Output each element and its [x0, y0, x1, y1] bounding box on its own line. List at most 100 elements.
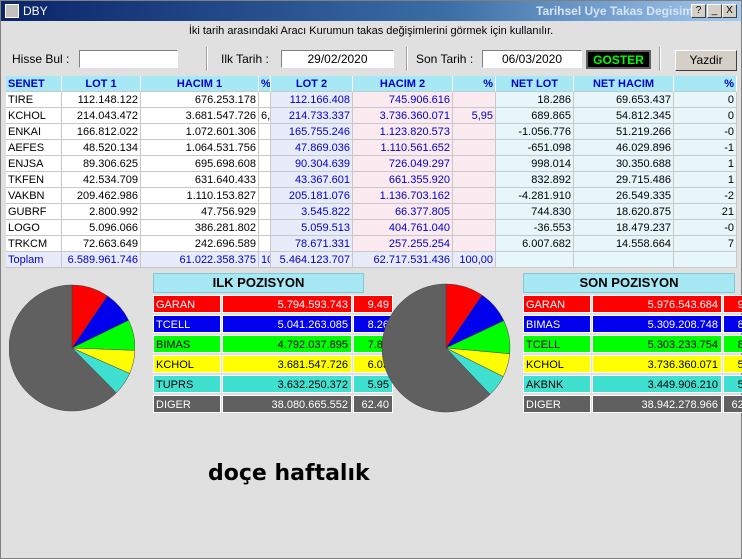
table-cell[interactable]: [259, 140, 271, 156]
ilk-tarih-field[interactable]: 29/02/2020: [281, 50, 394, 68]
position-row[interactable]: KCHOL 3.681.547.726 6.03: [153, 355, 395, 373]
table-cell[interactable]: [453, 188, 496, 204]
column-header[interactable]: %: [453, 76, 496, 92]
column-header[interactable]: %: [259, 76, 271, 92]
table-cell[interactable]: -651.098: [496, 140, 574, 156]
table-cell[interactable]: 832.892: [496, 172, 574, 188]
table-cell[interactable]: 6.007.682: [496, 236, 574, 252]
table-cell[interactable]: [453, 140, 496, 156]
table-cell[interactable]: 47.869.036: [271, 140, 353, 156]
table-cell[interactable]: 51.219.266: [574, 124, 674, 140]
table-row-symbol[interactable]: KCHOL: [6, 108, 62, 124]
table-cell[interactable]: 3.736.360.071: [353, 108, 453, 124]
table-cell[interactable]: 30.350.688: [574, 156, 674, 172]
table-cell[interactable]: [453, 204, 496, 220]
table-cell[interactable]: -36.553: [496, 220, 574, 236]
close-button[interactable]: X: [722, 4, 737, 18]
table-cell[interactable]: 1: [674, 156, 737, 172]
table-cell[interactable]: 66.377.805: [353, 204, 453, 220]
table-cell[interactable]: 214.043.472: [62, 108, 141, 124]
table-cell[interactable]: [453, 156, 496, 172]
table-cell[interactable]: 1.110.561.652: [353, 140, 453, 156]
table-cell[interactable]: 1.072.601.306: [141, 124, 259, 140]
table-row-symbol[interactable]: VAKBN: [6, 188, 62, 204]
table-cell[interactable]: -1: [674, 140, 737, 156]
table-cell[interactable]: 3.545.822: [271, 204, 353, 220]
table-row-symbol[interactable]: AEFES: [6, 140, 62, 156]
title-bar[interactable]: DBY Tarihsel Uye Takas Degisim ? _ X: [1, 1, 741, 21]
position-row[interactable]: BIMAS 4.792.037.895 7.85: [153, 335, 395, 353]
table-cell[interactable]: 165.755.246: [271, 124, 353, 140]
column-header[interactable]: NET HACIM: [574, 76, 674, 92]
table-cell[interactable]: 1.110.153.827: [141, 188, 259, 204]
position-row[interactable]: TCELL5.303.233.7548.45: [523, 335, 742, 353]
table-cell[interactable]: 676.253.178: [141, 92, 259, 108]
table-cell[interactable]: 18.620.875: [574, 204, 674, 220]
takas-table[interactable]: SENET LOT 1 HACIM 1% LOT 2 HACIM 2% NET LOT NE…: [6, 76, 737, 268]
table-cell[interactable]: 89.306.625: [62, 156, 141, 172]
table-cell[interactable]: 112.166.408: [271, 92, 353, 108]
table-cell[interactable]: 0: [674, 92, 737, 108]
table-cell[interactable]: [453, 220, 496, 236]
goster-button[interactable]: GOSTER: [586, 50, 651, 69]
table-cell[interactable]: 72.663.649: [62, 236, 141, 252]
table-cell[interactable]: [259, 92, 271, 108]
table-cell[interactable]: 1.123.820.573: [353, 124, 453, 140]
table-cell[interactable]: 744.830: [496, 204, 574, 220]
column-header[interactable]: LOT 2: [271, 76, 353, 92]
table-cell[interactable]: 257.255.254: [353, 236, 453, 252]
table-cell[interactable]: 43.367.601: [271, 172, 353, 188]
table-cell[interactable]: 166.812.022: [62, 124, 141, 140]
help-button[interactable]: ?: [691, 4, 706, 18]
table-cell[interactable]: 5,95: [453, 108, 496, 124]
table-cell[interactable]: [259, 172, 271, 188]
table-row-symbol[interactable]: TKFEN: [6, 172, 62, 188]
table-row-symbol[interactable]: TIRE: [6, 92, 62, 108]
table-row-symbol[interactable]: ENKAI: [6, 124, 62, 140]
column-header[interactable]: NET LOT: [496, 76, 574, 92]
table-cell[interactable]: 5.096.066: [62, 220, 141, 236]
table-cell[interactable]: [259, 188, 271, 204]
table-cell[interactable]: 46.029.896: [574, 140, 674, 156]
table-cell[interactable]: [259, 156, 271, 172]
table-cell[interactable]: 6,03: [259, 108, 271, 124]
position-row[interactable]: BIMAS5.309.208.7488.46: [523, 315, 742, 333]
column-header[interactable]: SENET: [6, 76, 62, 92]
table-cell[interactable]: 3.681.547.726: [141, 108, 259, 124]
position-row[interactable]: GARAN 5.794.593.743 9.49: [153, 295, 395, 313]
column-header[interactable]: %: [674, 76, 737, 92]
table-cell[interactable]: 386.281.802: [141, 220, 259, 236]
table-cell[interactable]: 242.696.589: [141, 236, 259, 252]
son-tarih-field[interactable]: 06/03/2020: [482, 50, 582, 68]
table-cell[interactable]: 661.355.920: [353, 172, 453, 188]
table-row-symbol[interactable]: GUBRF: [6, 204, 62, 220]
table-cell[interactable]: [259, 220, 271, 236]
table-cell[interactable]: 5.059.513: [271, 220, 353, 236]
table-cell[interactable]: 404.761.040: [353, 220, 453, 236]
table-cell[interactable]: 54.812.345: [574, 108, 674, 124]
table-cell[interactable]: 90.304.639: [271, 156, 353, 172]
column-header[interactable]: HACIM 1: [141, 76, 259, 92]
table-cell[interactable]: [453, 236, 496, 252]
table-cell[interactable]: 998.014: [496, 156, 574, 172]
table-cell[interactable]: 42.534.709: [62, 172, 141, 188]
table-cell[interactable]: 112.148.122: [62, 92, 141, 108]
table-cell[interactable]: 1.064.531.756: [141, 140, 259, 156]
table-cell[interactable]: 78.671.331: [271, 236, 353, 252]
table-cell[interactable]: [453, 172, 496, 188]
table-cell[interactable]: 21: [674, 204, 737, 220]
table-cell[interactable]: -4.281.910: [496, 188, 574, 204]
table-cell[interactable]: 1: [674, 172, 737, 188]
table-cell[interactable]: 14.558.664: [574, 236, 674, 252]
table-cell[interactable]: -1.056.776: [496, 124, 574, 140]
table-cell[interactable]: 48.520.134: [62, 140, 141, 156]
table-cell[interactable]: 2.800.992: [62, 204, 141, 220]
column-header[interactable]: LOT 1: [62, 76, 141, 92]
table-row-symbol[interactable]: TRKCM: [6, 236, 62, 252]
position-row[interactable]: TCELL 5.041.263.085 8.26: [153, 315, 395, 333]
table-cell[interactable]: 631.640.433: [141, 172, 259, 188]
table-row-symbol[interactable]: ENJSA: [6, 156, 62, 172]
column-header[interactable]: HACIM 2: [353, 76, 453, 92]
table-cell[interactable]: 18.479.237: [574, 220, 674, 236]
table-cell[interactable]: -0: [674, 220, 737, 236]
